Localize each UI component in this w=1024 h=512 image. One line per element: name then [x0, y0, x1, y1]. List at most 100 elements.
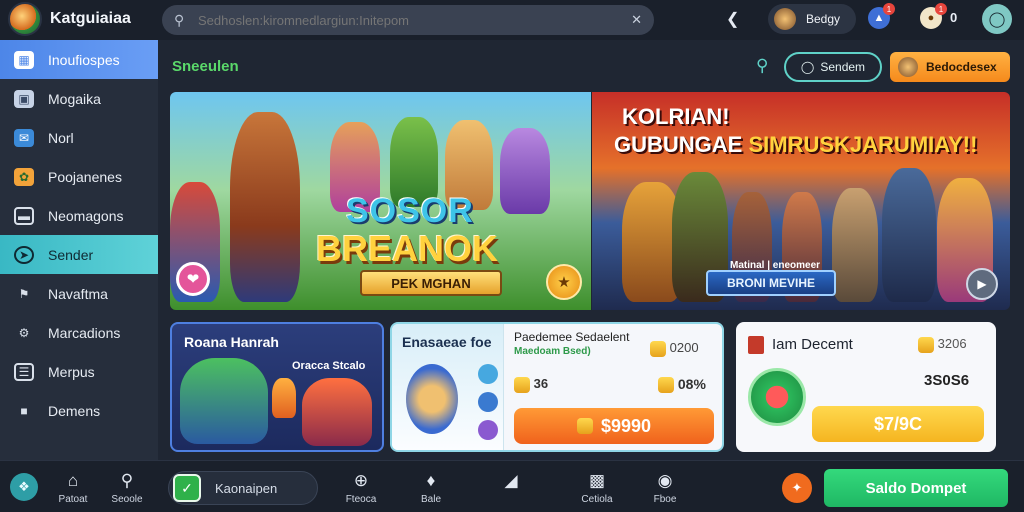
sidebar-item-marcadions[interactable]: ⚙ Marcadions — [0, 313, 158, 352]
logo-avatar-icon — [8, 2, 42, 36]
featured-banner-left[interactable]: SOSOR BREANOK PEK MGHAN ❤ ★ — [170, 92, 591, 310]
buy-button[interactable]: $9990 — [514, 408, 714, 444]
character-image — [302, 378, 372, 446]
card-heading: Paedemee Sedaelent — [514, 330, 630, 344]
wallet-balance-button[interactable]: Saldo Dompet — [824, 469, 1008, 507]
sidebar-item-label: Neomagons — [48, 207, 124, 224]
player-avatar — [774, 8, 796, 30]
sidebar-item-inoufiospes[interactable]: ▦ Inoufiospes — [0, 40, 158, 79]
hero-character-image — [230, 112, 300, 302]
sidebar-item-label: Merpus — [48, 363, 95, 380]
nav-item-label: Bale — [420, 494, 441, 505]
banner-title-line2: GUBUNGAE SIMRUSKJARUMIAY!! — [614, 132, 977, 158]
card-icon: ▬ — [14, 206, 34, 225]
stat-value: 0200 — [669, 340, 699, 355]
banner-title-line2-b: SIMRUSKJARUMIAY!! — [748, 132, 978, 157]
sidebar-item-label: Navaftma — [48, 285, 108, 302]
compass-icon: ⊕ — [353, 471, 369, 490]
sidebar-item-merpus[interactable]: ☰ Merpus — [0, 352, 158, 391]
search-input[interactable] — [198, 12, 624, 28]
card-title: Enasaeae foe — [402, 334, 492, 350]
character-image — [882, 168, 936, 302]
nav-item-seoole[interactable]: ⚲ Seoole — [102, 471, 152, 505]
price-label: $9990 — [600, 415, 652, 436]
nav-item-fteoca[interactable]: ⊕ Fteoca — [336, 471, 386, 505]
nav-item-bookmark[interactable]: ◢ — [486, 471, 536, 494]
game-logo-line1: SOSOR — [346, 192, 474, 230]
action-fab-button[interactable]: ✦ — [782, 473, 812, 503]
filter-button-label: Sendem — [820, 60, 866, 74]
nav-item-label: Fboe — [653, 494, 677, 505]
play-icon[interactable]: ▶ — [966, 268, 998, 300]
card-title: Roana Hanrah — [184, 334, 279, 350]
settings-icon: ⚙ — [18, 325, 30, 340]
filter-button[interactable]: ◯ Sendem — [784, 52, 882, 82]
card-stat-left: 36 — [514, 376, 548, 393]
message-icon: ■ — [20, 403, 28, 418]
bottom-field[interactable]: ✓ Kaonaipen — [168, 471, 318, 505]
filter-icon: ◯ — [800, 60, 815, 74]
banner-ribbon: PEK MGHAN — [360, 270, 502, 296]
card-subtitle: Oracca Stcalo — [292, 360, 366, 372]
app-window: Katguiaiaa ⚲ ✕ ❮ Bedgy ▲ 1 ● 1 0 ◯ ▦ Ino… — [0, 0, 1024, 512]
sidebar-item-sender[interactable]: ➤ Sender — [0, 235, 158, 274]
sidebar-item-label: Demens — [48, 402, 101, 419]
account-button[interactable]: Bedocdesex — [890, 52, 1010, 82]
promo-card-3[interactable]: Iam Decemt 3206 3S0S6 $7/9C — [736, 322, 996, 452]
bottom-field-label: Kaonaipen — [215, 480, 278, 496]
home-fab-button[interactable]: ❖ — [10, 473, 38, 501]
price-label: $7/9C — [873, 413, 923, 434]
stat-value: 3206 — [937, 336, 967, 351]
promo-card-2[interactable]: Enasaeae foe Paedemee Sedaelent Maedoam … — [390, 322, 724, 452]
gift-icon: ▩ — [588, 471, 606, 490]
card-stat-right-2: 08% — [658, 376, 706, 394]
sidebar-item-label: Sender — [48, 246, 94, 263]
heart-icon[interactable]: ❤ — [176, 262, 210, 296]
nav-item-fboe[interactable]: ◉ Fboe — [640, 471, 690, 505]
back-arrow-icon[interactable]: ❮ — [726, 9, 739, 29]
nav-item-patoat[interactable]: ⌂ Patoat — [48, 471, 98, 505]
item-icon — [272, 378, 296, 418]
sidebar-item-mogaika[interactable]: ▣ Mogaika — [0, 79, 158, 118]
gem-icon — [478, 420, 498, 440]
search-filter-icon[interactable]: ⚲ — [756, 56, 768, 76]
star-icon — [650, 340, 666, 357]
promo-card-1[interactable]: Roana Hanrah Oracca Stcalo — [170, 322, 384, 452]
sidebar-item-label: Inoufiospes — [48, 51, 120, 68]
coin-icon[interactable]: ★ — [546, 264, 582, 300]
search-bar[interactable]: ⚲ ✕ — [162, 5, 654, 35]
coin-count: 0 — [950, 10, 958, 25]
stat-value: 36 — [533, 376, 549, 391]
featured-banner-right[interactable]: KOLRIAN! GUBUNGAE SIMRUSKJARUMIAY!! Mati… — [592, 92, 1010, 310]
buy-button[interactable]: $7/9C — [812, 406, 984, 442]
coin-icon: ● — [927, 12, 935, 24]
notification-badge: 1 — [883, 3, 895, 15]
shield-notification-button[interactable]: ▲ 1 — [868, 3, 895, 29]
sidebar-item-norl[interactable]: ✉ Norl — [0, 118, 158, 157]
sidebar-item-label: Mogaika — [48, 90, 101, 107]
account-button-label: Bedocdesex — [926, 60, 997, 74]
gem-icon — [478, 364, 498, 384]
sidebar-item-poojanenes[interactable]: ✿ Poojanenes — [0, 157, 158, 196]
bookmark-icon — [748, 336, 764, 354]
sidebar-item-neomagons[interactable]: ▬ Neomagons — [0, 196, 158, 235]
nav-item-cetiola[interactable]: ▩ Cetiola — [572, 471, 622, 505]
grid-icon: ▦ — [14, 50, 34, 69]
sidebar-item-navaftma[interactable]: ⚑ Navaftma — [0, 274, 158, 313]
app-logo[interactable]: Katguiaiaa — [8, 2, 131, 36]
player-chip[interactable]: Bedgy — [768, 4, 856, 34]
bookmark-icon: ◢ — [504, 471, 518, 490]
sidebar-item-demens[interactable]: ■ Demens — [0, 391, 158, 430]
banner-ribbon: BRONI MEVIHE — [706, 270, 836, 296]
chat-icon: ✉ — [14, 128, 34, 147]
send-icon: ➤ — [14, 245, 34, 264]
card-stat-right-1: 0200 — [650, 340, 699, 357]
sidebar-item-label: Norl — [48, 129, 74, 146]
clear-search-icon[interactable]: ✕ — [631, 12, 642, 28]
user-icon: ◯ — [988, 11, 1006, 28]
character-image — [832, 188, 878, 302]
nav-item-bale[interactable]: ♦ Bale — [406, 471, 456, 505]
coin-notification-button[interactable]: ● 1 — [920, 3, 947, 29]
gem-badge-icon — [748, 368, 806, 426]
profile-button[interactable]: ◯ — [982, 4, 1012, 34]
